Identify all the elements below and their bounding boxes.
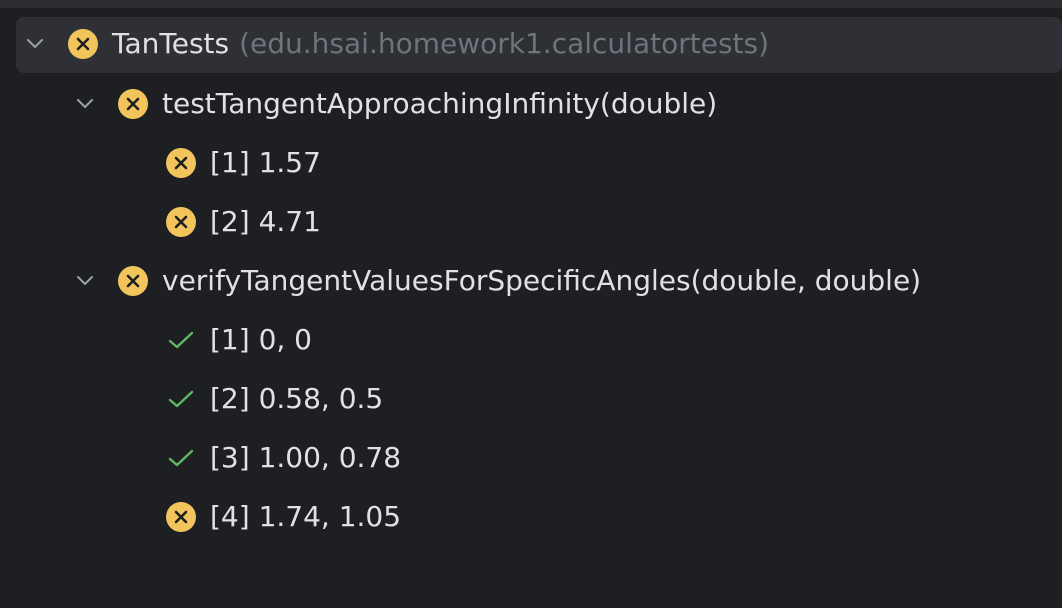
tree-node-case[interactable]: [1] 1.57 [0, 133, 1062, 193]
tree-node-case[interactable]: [2] 4.71 [0, 192, 1062, 252]
failed-x-icon [118, 266, 148, 296]
chevron-down-icon[interactable] [24, 33, 46, 55]
test-case-label: [2] 0.58, 0.5 [210, 382, 384, 415]
passed-check-icon [166, 443, 196, 473]
test-case-label: [1] 0, 0 [210, 323, 312, 356]
chevron-down-icon[interactable] [74, 93, 96, 115]
failed-x-icon [166, 207, 196, 237]
chevron-down-icon[interactable] [74, 270, 96, 292]
test-class-package: (edu.hsai.homework1.calculatortests) [239, 27, 770, 60]
tree-node-method[interactable]: verifyTangentValuesForSpecificAngles(dou… [0, 251, 1062, 311]
tree-node-case[interactable]: [3] 1.00, 0.78 [0, 428, 1062, 488]
failed-x-icon [68, 29, 98, 59]
test-method-name: verifyTangentValuesForSpecificAngles(dou… [162, 264, 922, 297]
failed-x-icon [166, 148, 196, 178]
tree-node-case[interactable]: [2] 0.58, 0.5 [0, 369, 1062, 429]
passed-check-icon [166, 384, 196, 414]
failed-x-icon [118, 89, 148, 119]
test-case-label: [4] 1.74, 1.05 [210, 500, 402, 533]
passed-check-icon [166, 325, 196, 355]
test-class-name: TanTests [112, 27, 230, 60]
test-case-label: [2] 4.71 [210, 205, 321, 238]
tree-node-case[interactable]: [1] 0, 0 [0, 310, 1062, 370]
tree-node-method[interactable]: testTangentApproachingInfinity(double) [0, 74, 1062, 134]
toolbar-strip [0, 0, 1062, 8]
test-case-label: [3] 1.00, 0.78 [210, 441, 402, 474]
failed-x-icon [166, 502, 196, 532]
tree-node-root[interactable]: TanTests (edu.hsai.homework1.calculatort… [0, 14, 1062, 74]
tree-node-case[interactable]: [4] 1.74, 1.05 [0, 487, 1062, 547]
test-case-label: [1] 1.57 [210, 146, 321, 179]
test-method-name: testTangentApproachingInfinity(double) [162, 87, 718, 120]
